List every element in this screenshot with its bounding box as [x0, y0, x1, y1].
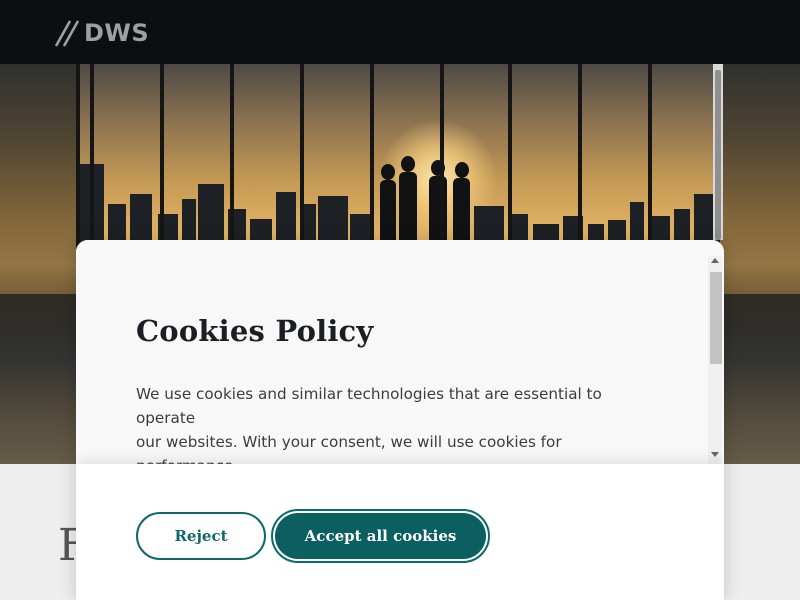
scroll-up-arrow-icon[interactable] [711, 258, 719, 263]
site-header: DWS [0, 0, 800, 64]
page-scrollbar-thumb[interactable] [715, 70, 721, 240]
dws-logo[interactable]: DWS [54, 18, 149, 48]
cookie-dialog-title: Cookies Policy [136, 314, 374, 348]
cookie-dialog-text: We use cookies and similar technologies … [136, 385, 602, 464]
cookie-dialog-content[interactable]: Cookies Policy We use cookies and simila… [76, 240, 724, 464]
dws-slash-logo-icon [54, 20, 80, 47]
cookie-dialog-actions: Reject Accept all cookies [76, 464, 724, 600]
scroll-down-arrow-icon[interactable] [711, 452, 719, 457]
cookie-consent-dialog: Cookies Policy We use cookies and simila… [76, 240, 724, 600]
logo-text: DWS [84, 19, 150, 47]
accept-all-cookies-button[interactable]: Accept all cookies [275, 513, 486, 559]
reject-button[interactable]: Reject [136, 512, 266, 560]
dialog-scrollbar-thumb[interactable] [710, 272, 722, 364]
